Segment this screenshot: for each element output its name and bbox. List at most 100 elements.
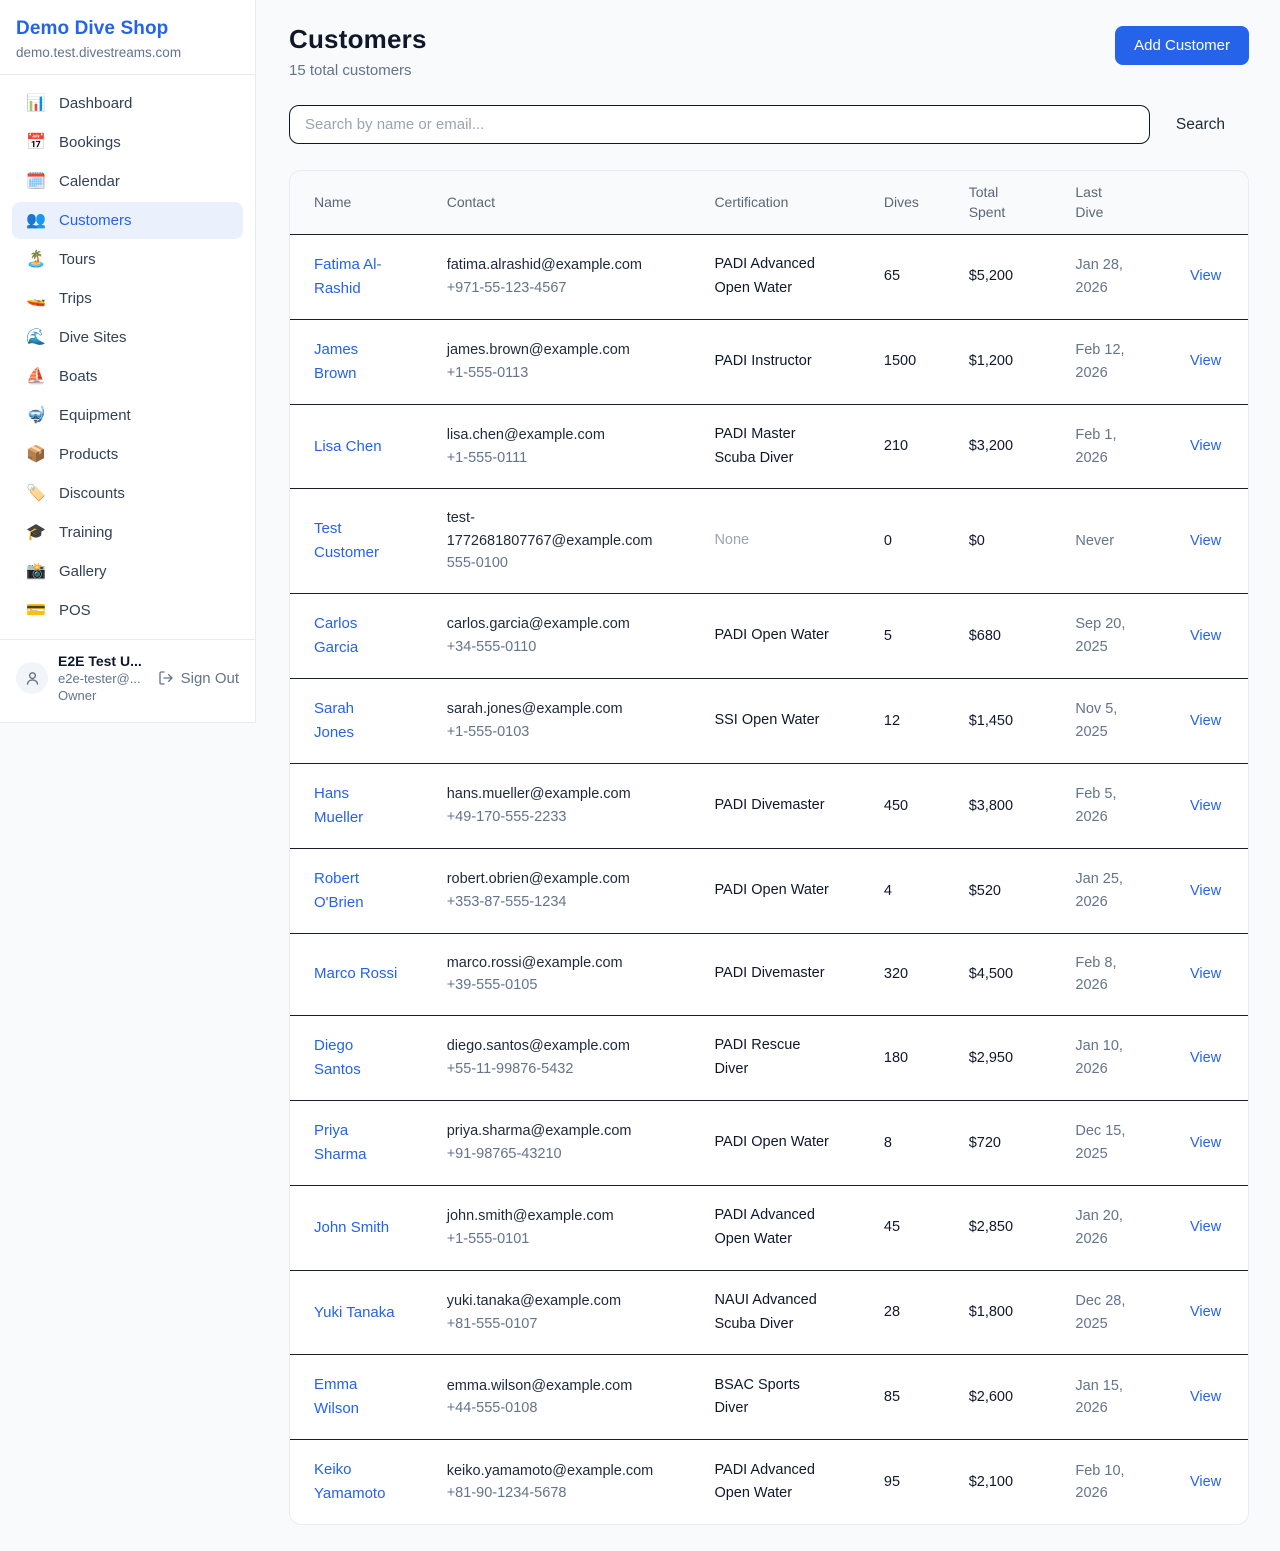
customer-phone: +49-170-555-2233 (447, 806, 691, 828)
customer-phone: +91-98765-43210 (447, 1143, 691, 1165)
customer-last-dive: Feb 5, 2026 (1075, 783, 1133, 828)
customer-last-dive: Jan 28, 2026 (1075, 254, 1133, 299)
view-link[interactable]: View (1190, 1304, 1221, 1320)
sidebar-item-dashboard[interactable]: 📊 Dashboard (12, 85, 243, 122)
col-header-total-spent: Total Spent (957, 171, 1064, 234)
sidebar-item-products[interactable]: 📦 Products (12, 436, 243, 473)
customer-email: james.brown@example.com (447, 339, 659, 361)
table-row: Robert O'Brien robert.obrien@example.com… (290, 848, 1248, 933)
customer-name-link[interactable]: Fatima Al-Rashid (314, 280, 398, 297)
customer-total-spent: $680 (957, 593, 1064, 678)
sign-out-button[interactable]: Sign Out (158, 670, 239, 687)
customer-phone: +1-555-0103 (447, 721, 691, 743)
user-name: E2E Test U... (58, 653, 148, 669)
diving-mask-icon: 🤿 (26, 408, 46, 424)
view-link[interactable]: View (1190, 966, 1221, 982)
customer-certification: PADI Open Water (714, 1131, 828, 1155)
customer-certification: PADI Divemaster (714, 962, 824, 986)
view-link[interactable]: View (1190, 533, 1221, 549)
view-link[interactable]: View (1190, 438, 1221, 454)
table-row: Sarah Jones sarah.jones@example.com +1-5… (290, 678, 1248, 763)
camera-icon: 📸 (26, 564, 46, 580)
view-link[interactable]: View (1190, 353, 1221, 369)
brand-name[interactable]: Demo Dive Shop (16, 18, 239, 40)
sidebar-item-label: Training (59, 524, 113, 541)
view-link[interactable]: View (1190, 1135, 1221, 1151)
sidebar-item-bookings[interactable]: 📅 Bookings (12, 124, 243, 161)
customers-table-card: Name Contact Certification Dives Total S… (289, 170, 1249, 1525)
sidebar-item-discounts[interactable]: 🏷️ Discounts (12, 475, 243, 512)
view-link[interactable]: View (1190, 713, 1221, 729)
search-input[interactable] (289, 105, 1150, 144)
sidebar-item-equipment[interactable]: 🤿 Equipment (12, 397, 243, 434)
sidebar-item-boats[interactable]: ⛵ Boats (12, 358, 243, 395)
customer-total-spent: $520 (957, 848, 1064, 933)
customer-name-link[interactable]: Marco Rossi (314, 965, 397, 982)
customer-name-link[interactable]: Sarah Jones (314, 724, 398, 741)
speedboat-icon: 🚤 (26, 291, 46, 307)
customer-name-link[interactable]: Diego Santos (314, 1061, 398, 1078)
sidebar-item-label: Dashboard (59, 95, 132, 112)
sidebar-item-calendar[interactable]: 🗓️ Calendar (12, 163, 243, 200)
customer-last-dive: Never (1075, 530, 1114, 552)
customer-email: priya.sharma@example.com (447, 1120, 659, 1142)
view-link[interactable]: View (1190, 1219, 1221, 1235)
customer-name-link[interactable]: Test Customer (314, 544, 398, 561)
user-section: E2E Test U... e2e-tester@... Owner Sign … (0, 640, 255, 718)
sign-out-label: Sign Out (181, 670, 239, 687)
col-header-last-dive: Last Dive (1063, 171, 1178, 234)
customer-name-link[interactable]: Lisa Chen (314, 438, 382, 455)
sidebar-item-trips[interactable]: 🚤 Trips (12, 280, 243, 317)
customer-last-dive: Jan 20, 2026 (1075, 1205, 1133, 1250)
sidebar-item-gallery[interactable]: 📸 Gallery (12, 553, 243, 590)
customer-name-link[interactable]: Carlos Garcia (314, 639, 398, 656)
table-row: Hans Mueller hans.mueller@example.com +4… (290, 763, 1248, 848)
add-customer-button[interactable]: Add Customer (1115, 26, 1249, 65)
sidebar-item-tours[interactable]: 🏝️ Tours (12, 241, 243, 278)
view-link[interactable]: View (1190, 883, 1221, 899)
people-icon: 👥 (26, 213, 46, 229)
customer-total-spent: $5,200 (957, 234, 1064, 319)
customer-name-link[interactable]: Priya Sharma (314, 1146, 398, 1163)
customer-total-spent: $2,600 (957, 1355, 1064, 1440)
customer-total-spent: $720 (957, 1100, 1064, 1185)
customer-email: john.smith@example.com (447, 1205, 659, 1227)
customer-dives: 85 (872, 1355, 957, 1440)
customer-dives: 0 (872, 489, 957, 593)
view-link[interactable]: View (1190, 798, 1221, 814)
sidebar-item-dive-sites[interactable]: 🌊 Dive Sites (12, 319, 243, 356)
customer-last-dive: Dec 15, 2025 (1075, 1120, 1133, 1165)
view-link[interactable]: View (1190, 1050, 1221, 1066)
customer-dives: 45 (872, 1185, 957, 1270)
customer-email: emma.wilson@example.com (447, 1375, 659, 1397)
search-button[interactable]: Search (1150, 108, 1249, 142)
customer-phone: +81-90-1234-5678 (447, 1482, 691, 1504)
customer-name-link[interactable]: Yuki Tanaka (314, 1304, 395, 1321)
customer-name-link[interactable]: John Smith (314, 1219, 389, 1236)
sidebar-item-pos[interactable]: 💳 POS (12, 592, 243, 629)
customer-certification: PADI Divemaster (714, 794, 824, 818)
customer-last-dive: Feb 8, 2026 (1075, 952, 1133, 997)
user-meta: E2E Test U... e2e-tester@... Owner (58, 653, 148, 703)
view-link[interactable]: View (1190, 1389, 1221, 1405)
view-link[interactable]: View (1190, 1474, 1221, 1490)
customer-last-dive: Feb 1, 2026 (1075, 424, 1133, 469)
customer-name-link[interactable]: Emma Wilson (314, 1400, 398, 1417)
customer-name-link[interactable]: Hans Mueller (314, 809, 398, 826)
customer-count: 15 total customers (289, 62, 427, 79)
sidebar-item-customers[interactable]: 👥 Customers (12, 202, 243, 239)
customer-email: test-1772681807767@example.com (447, 507, 659, 552)
customer-name-link[interactable]: James Brown (314, 365, 398, 382)
customer-total-spent: $2,950 (957, 1015, 1064, 1100)
sidebar-item-label: Bookings (59, 134, 121, 151)
col-header-certification: Certification (702, 171, 871, 234)
customer-certification: PADI Advanced Open Water (714, 1459, 832, 1507)
spiral-calendar-icon: 🗓️ (26, 174, 46, 190)
customer-name-link[interactable]: Keiko Yamamoto (314, 1485, 398, 1502)
sidebar-item-training[interactable]: 🎓 Training (12, 514, 243, 551)
customer-dives: 210 (872, 404, 957, 489)
customer-name-link[interactable]: Robert O'Brien (314, 894, 398, 911)
view-link[interactable]: View (1190, 268, 1221, 284)
user-role: Owner (58, 688, 148, 703)
view-link[interactable]: View (1190, 628, 1221, 644)
